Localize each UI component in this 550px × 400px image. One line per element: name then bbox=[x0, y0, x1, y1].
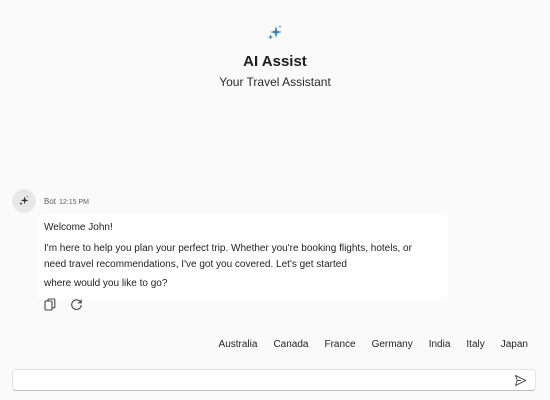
header: AI Assist Your Travel Assistant bbox=[0, 24, 550, 89]
message-line-3: where would you like to go? bbox=[44, 278, 168, 289]
message-line-2: need travel recommendations, I've got yo… bbox=[44, 259, 347, 270]
suggestion-italy[interactable]: Italy bbox=[458, 339, 492, 350]
sparkle-icon bbox=[266, 24, 284, 42]
suggestion-japan[interactable]: Japan bbox=[493, 339, 528, 350]
suggestion-india[interactable]: India bbox=[421, 339, 459, 350]
sparkle-icon bbox=[19, 195, 29, 206]
page-subtitle: Your Travel Assistant bbox=[219, 75, 331, 89]
suggestion-australia[interactable]: Australia bbox=[211, 339, 266, 350]
avatar bbox=[12, 189, 36, 213]
message-greeting: Welcome John! bbox=[44, 222, 113, 233]
message-input[interactable] bbox=[21, 373, 501, 388]
suggestion-list: Australia Canada France Germany India It… bbox=[211, 339, 528, 350]
message-actions bbox=[43, 297, 83, 311]
suggestion-france[interactable]: France bbox=[316, 339, 363, 350]
suggestion-canada[interactable]: Canada bbox=[265, 339, 316, 350]
page-title: AI Assist bbox=[243, 53, 307, 70]
message-composer bbox=[12, 369, 536, 391]
copy-icon[interactable] bbox=[43, 297, 57, 311]
refresh-icon[interactable] bbox=[69, 297, 83, 311]
message-meta: Bot 12:15 PM bbox=[44, 197, 89, 206]
message-line-1: I'm here to help you plan your perfect t… bbox=[44, 243, 412, 254]
send-icon[interactable] bbox=[514, 374, 527, 387]
message-time: 12:15 PM bbox=[59, 199, 89, 206]
message-sender: Bot bbox=[44, 197, 57, 206]
suggestion-germany[interactable]: Germany bbox=[364, 339, 421, 350]
message-bubble: Welcome John! I'm here to help you plan … bbox=[38, 214, 448, 300]
